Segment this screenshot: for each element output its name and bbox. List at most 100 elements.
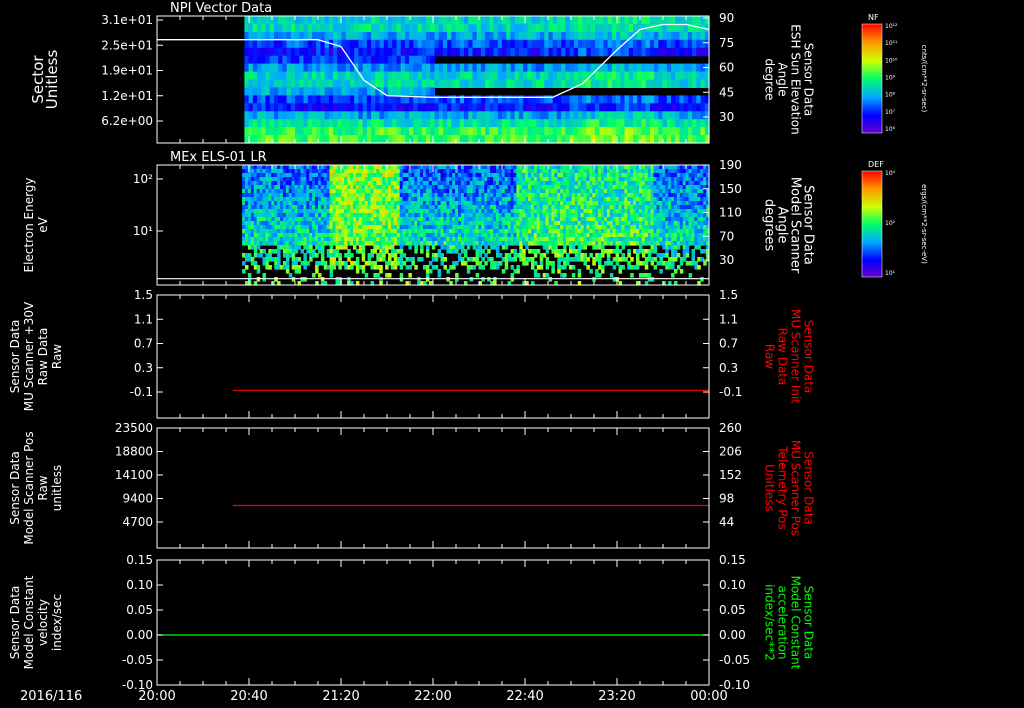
spectrogram-cell	[440, 241, 444, 246]
spectrogram-cell	[507, 193, 512, 198]
spectrogram-cell	[573, 23, 579, 33]
panel-title: NPI Vector Data	[170, 1, 272, 16]
spectrogram-cell	[442, 31, 448, 41]
spectrogram-cell	[362, 111, 368, 120]
spectrogram-cell	[350, 119, 355, 128]
spectrogram-cell	[531, 127, 537, 136]
spectrogram-cell	[307, 127, 313, 136]
spectrogram-cell	[303, 55, 309, 65]
spectrogram-cell	[611, 135, 617, 144]
spectrogram-cell	[561, 23, 566, 33]
spectrogram-cell	[447, 31, 452, 41]
spectrogram-cell	[522, 249, 526, 254]
spectrogram-cell	[490, 189, 494, 194]
spectrogram-cell	[603, 181, 608, 186]
spectrogram-cell	[544, 111, 550, 120]
spectrogram-cell	[286, 103, 292, 112]
spectrogram-cell	[578, 135, 583, 144]
spectrogram-cell	[245, 265, 249, 270]
spectrogram-cell	[366, 55, 372, 65]
spectrogram-cell	[507, 257, 512, 262]
spectrogram-cell	[481, 249, 485, 254]
spectrogram-cell	[458, 253, 462, 258]
spectrogram-cell	[590, 111, 596, 120]
spectrogram-cell	[554, 229, 558, 234]
spectrogram-cell	[468, 47, 474, 57]
spectrogram-cell	[539, 201, 544, 206]
spectrogram-cell	[413, 135, 419, 144]
spectrogram-cell	[247, 257, 252, 262]
spectrogram-cell	[455, 261, 459, 266]
spectrogram-cell	[493, 135, 499, 144]
spectrogram-cell	[434, 265, 439, 270]
spectrogram-cell	[464, 16, 469, 25]
spectrogram-cell	[309, 257, 313, 262]
spectrogram-cell	[337, 111, 343, 120]
spectrogram-cell	[565, 47, 571, 57]
spectrogram-cell	[578, 47, 583, 57]
spectrogram-cell	[408, 169, 412, 174]
spectrogram-cell	[440, 261, 444, 266]
spectrogram-cell	[358, 103, 364, 112]
spectrogram-cell	[507, 169, 512, 174]
spectrogram-cell	[522, 173, 526, 178]
spectrogram-cell	[618, 265, 622, 270]
spectrogram-cell	[247, 189, 252, 194]
spectrogram-cell	[458, 257, 462, 262]
spectrogram-cell	[247, 205, 252, 210]
spectrogram-cell	[455, 63, 461, 73]
spectrogram-cell	[341, 55, 347, 65]
spectrogram-cell	[248, 55, 254, 65]
spectrogram-cell	[569, 79, 575, 88]
spectrogram-cell	[376, 213, 380, 218]
spectrogram-cell	[440, 185, 444, 190]
spectrogram-cell	[442, 16, 448, 25]
spectrogram-cell	[472, 177, 477, 182]
spectrogram-cell	[440, 213, 444, 218]
spectrogram-cell	[426, 79, 431, 88]
spectrogram-cell	[447, 119, 452, 128]
spectrogram-cell	[297, 165, 301, 170]
spectrogram-cell	[586, 265, 590, 270]
spectrogram-cell	[641, 135, 647, 144]
spectrogram-cell	[328, 87, 334, 96]
spectrogram-cell	[472, 127, 478, 136]
spectrogram-cell	[257, 71, 262, 81]
spectrogram-cell	[344, 241, 348, 246]
spectrogram-cell	[278, 39, 283, 49]
spectrogram-cell	[455, 249, 459, 254]
spectrogram-cell	[603, 47, 609, 57]
spectrogram-cell	[329, 257, 334, 262]
spectrogram-cell	[627, 253, 631, 258]
spectrogram-cell	[536, 249, 541, 254]
spectrogram-cell	[248, 111, 254, 120]
spectrogram-cell	[392, 71, 397, 81]
spectrogram-cell	[478, 261, 482, 266]
spectrogram-cell	[603, 177, 608, 182]
spectrogram-cell	[654, 71, 659, 81]
spectrogram-cell	[544, 47, 550, 57]
spectrogram-cell	[489, 31, 495, 41]
spectrogram-cell	[518, 31, 524, 41]
spectrogram-cell	[683, 47, 689, 57]
spectrogram-cell	[399, 277, 404, 282]
spectrogram-cell	[504, 261, 509, 266]
spectrogram-cell	[687, 135, 693, 144]
spectrogram-cell	[447, 103, 452, 112]
spectrogram-cell	[379, 39, 385, 49]
spectrogram-cell	[269, 39, 275, 49]
spectrogram-cell	[571, 217, 576, 222]
spectrogram-cell	[571, 213, 576, 218]
spectrogram-cell	[425, 273, 430, 278]
spectrogram-cell	[354, 47, 359, 57]
spectrogram-cell	[329, 249, 334, 254]
spectrogram-cell	[578, 71, 583, 81]
spectrogram-cell	[338, 265, 342, 270]
spectrogram-cell	[307, 87, 313, 96]
spectrogram-cell	[556, 16, 562, 25]
spectrogram-cell	[324, 63, 330, 73]
spectrogram-cell	[256, 245, 261, 250]
spectrogram-cell	[375, 95, 381, 104]
spectrogram-cell	[603, 79, 609, 88]
spectrogram-cell	[414, 245, 418, 250]
